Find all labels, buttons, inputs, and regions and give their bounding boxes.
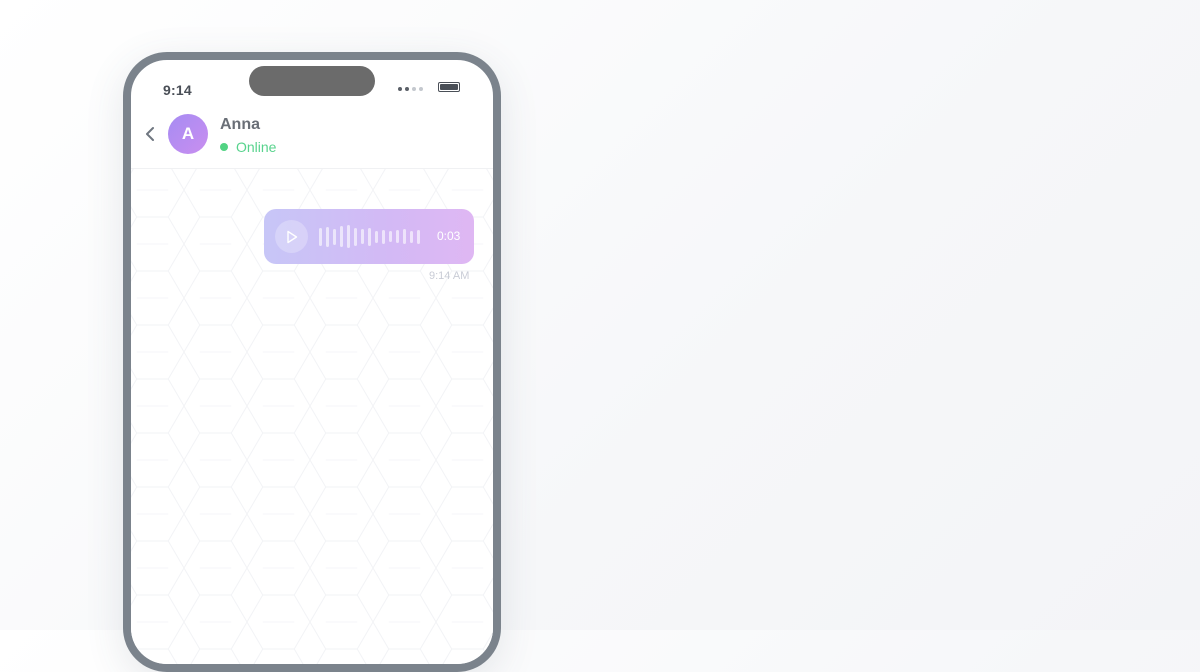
status-time: 9:14 bbox=[163, 82, 192, 98]
play-button[interactable] bbox=[275, 220, 308, 253]
battery-icon bbox=[438, 82, 460, 92]
dynamic-island bbox=[249, 66, 375, 96]
avatar[interactable]: A bbox=[168, 114, 208, 154]
voice-duration: 0:03 bbox=[437, 229, 461, 243]
chat-body[interactable]: 0:03 9:14 AM bbox=[131, 169, 493, 664]
contact-name[interactable]: Anna bbox=[220, 116, 260, 134]
signal-icon bbox=[398, 87, 423, 91]
play-icon bbox=[287, 230, 298, 244]
message-timestamp: 9:14 AM bbox=[429, 270, 470, 282]
waveform[interactable] bbox=[319, 225, 420, 248]
presence-text: Online bbox=[236, 139, 277, 155]
chevron-left-icon bbox=[146, 127, 154, 141]
back-button[interactable] bbox=[143, 122, 159, 146]
presence-status: Online bbox=[220, 139, 276, 155]
voice-message-bubble[interactable]: 0:03 bbox=[264, 209, 474, 264]
chat-header: A Anna Online bbox=[131, 110, 493, 169]
online-dot-icon bbox=[220, 143, 228, 151]
phone-frame: 9:14 A Anna Online 0:03 9:14 AM bbox=[123, 52, 501, 672]
